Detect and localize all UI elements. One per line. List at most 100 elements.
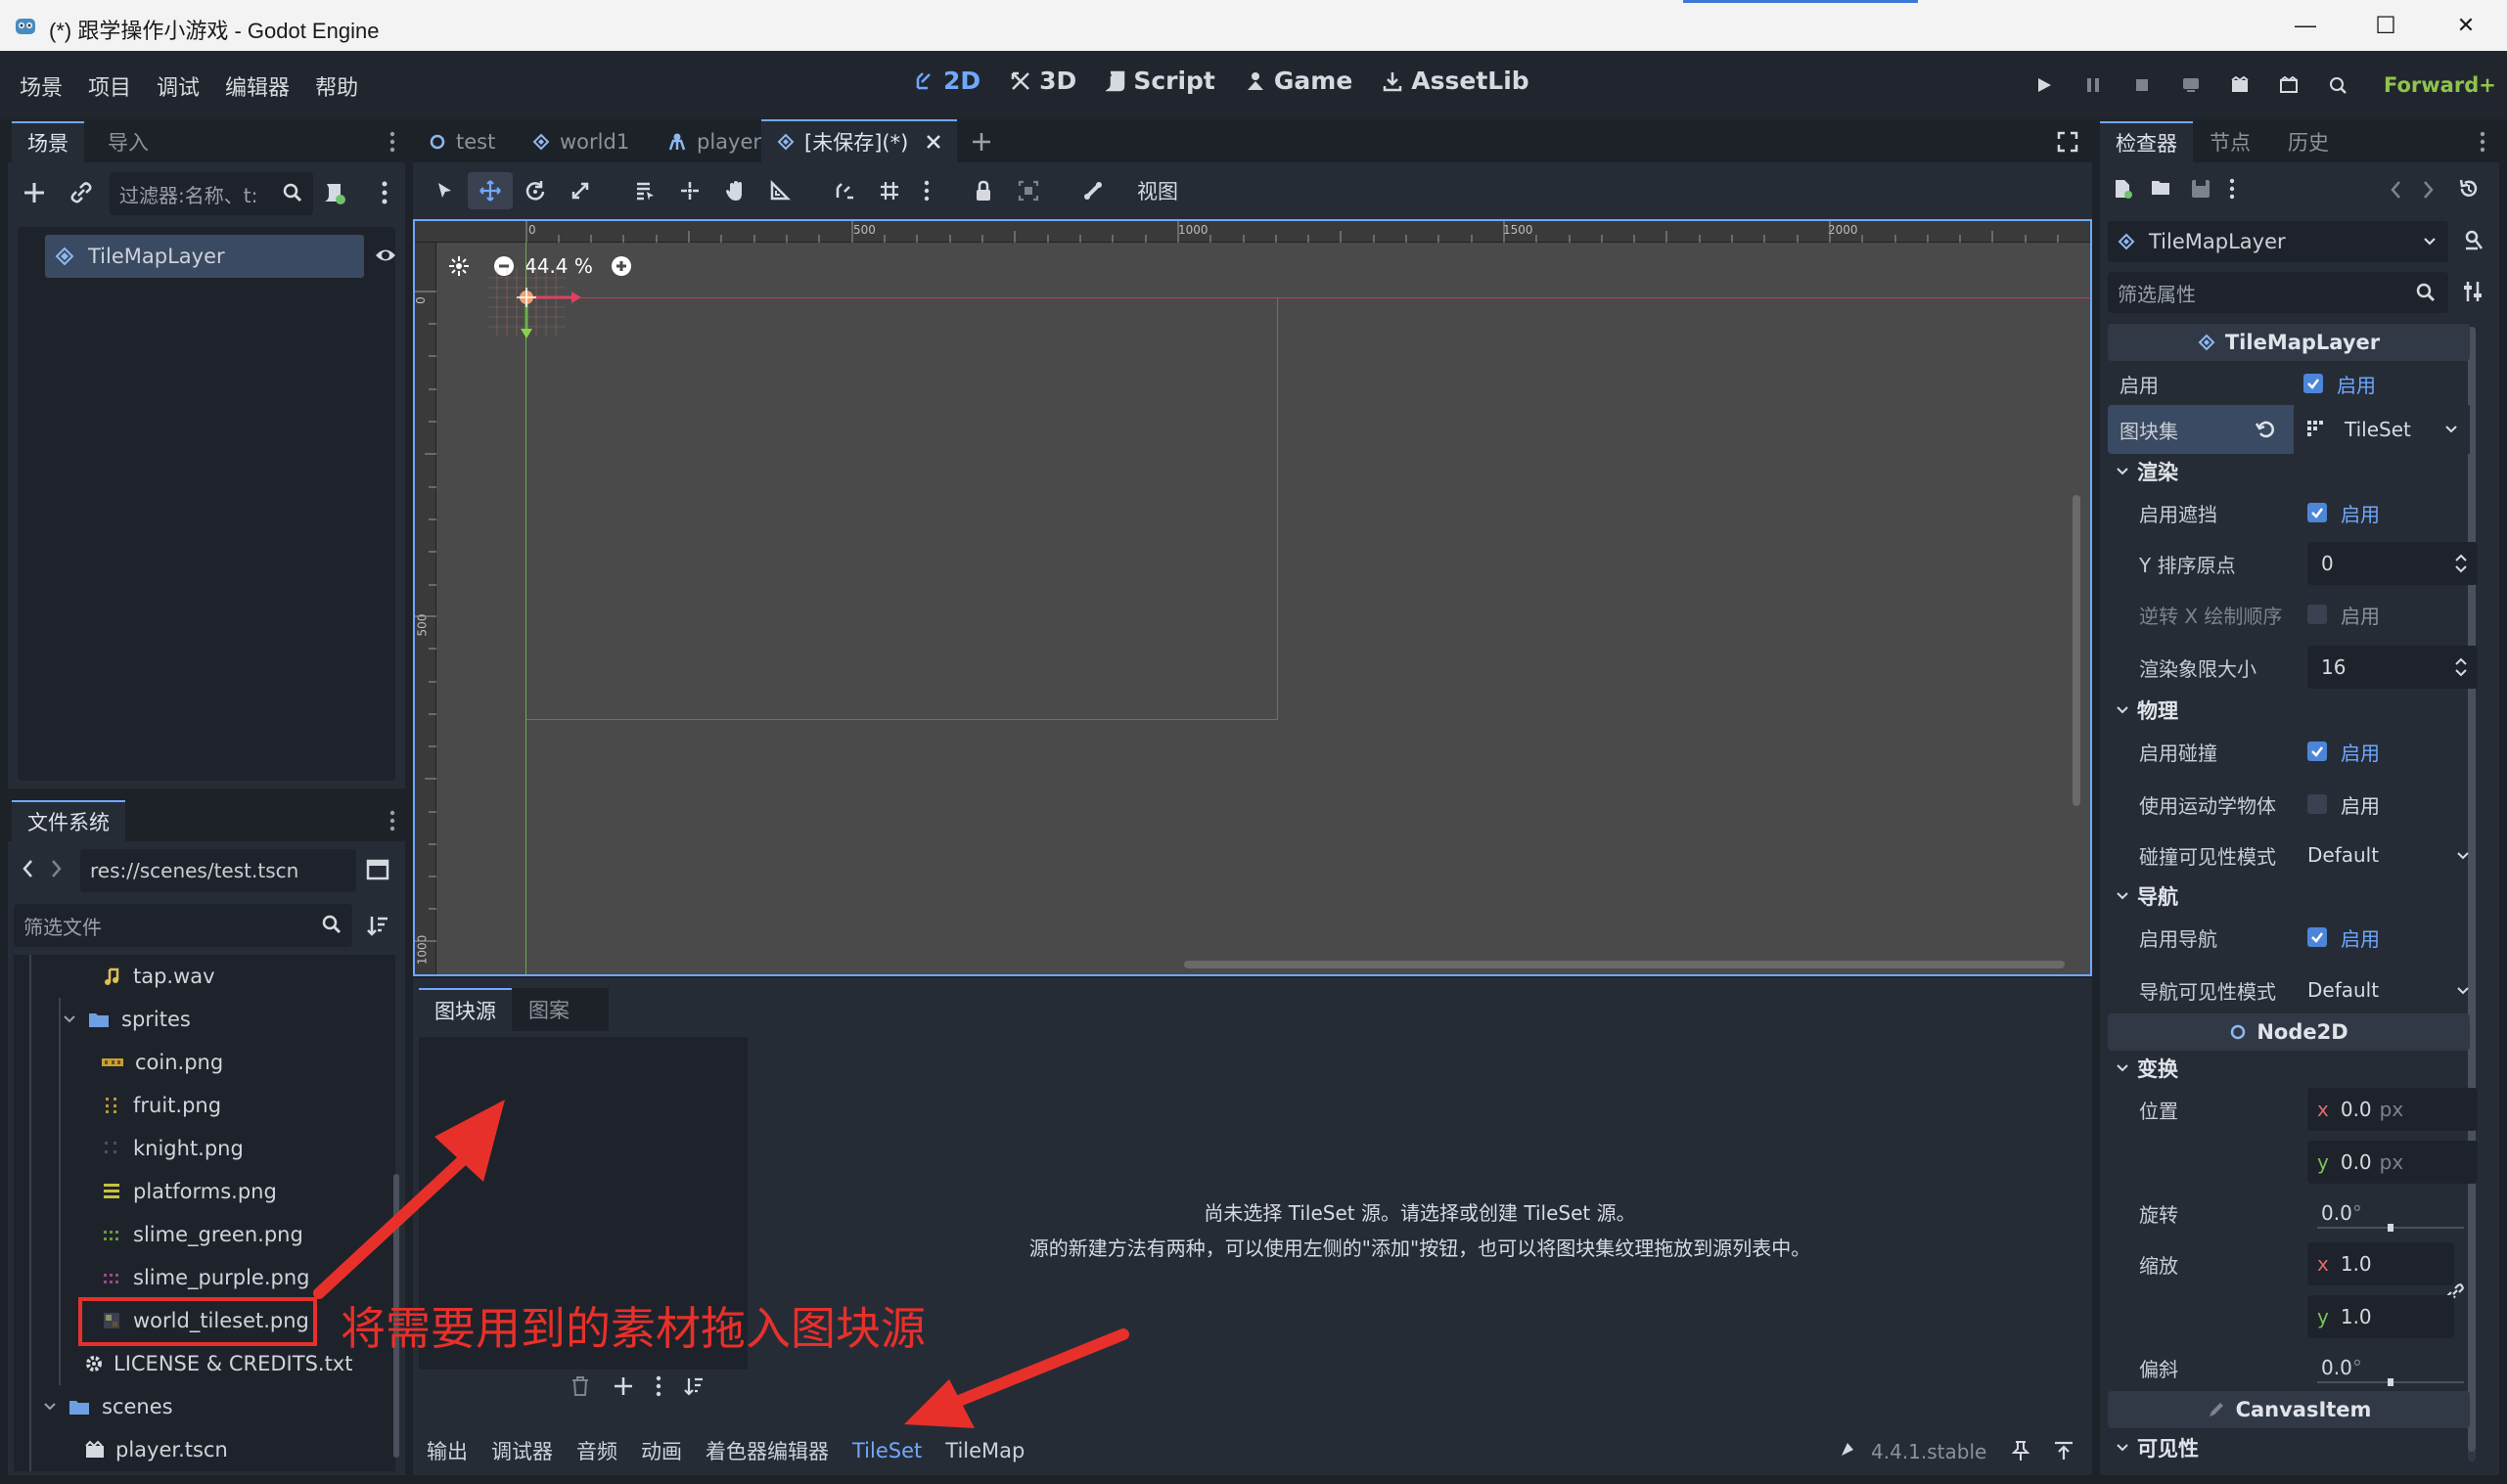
viewport[interactable]: 0 500 1000 1500 2000 0 500 1000 44.4 % <box>413 219 2092 976</box>
position-x-field[interactable]: x 0.0 px <box>2307 1088 2478 1131</box>
file-item-player-tscn[interactable]: player.tscn <box>84 1428 228 1471</box>
property-options-icon[interactable] <box>2462 280 2484 303</box>
visibility-eye-icon[interactable] <box>374 247 397 264</box>
add-node-icon[interactable] <box>22 180 47 205</box>
zoom-in-icon[interactable] <box>611 255 632 277</box>
object-history-icon[interactable] <box>2458 178 2480 200</box>
forward-chevron-icon[interactable] <box>51 859 63 878</box>
pause-icon[interactable] <box>2069 61 2118 110</box>
tab-tile-sources[interactable]: 图块源 <box>419 988 512 1031</box>
tab-patterns[interactable]: 图案 <box>513 988 585 1031</box>
revert-icon[interactable] <box>2255 419 2276 440</box>
file-item-license[interactable]: LICENSE & CREDITS.txt <box>84 1342 352 1385</box>
node-info-icon[interactable] <box>2462 229 2485 252</box>
link-icon[interactable] <box>68 180 94 205</box>
file-item-slime-green[interactable]: slime_green.png <box>102 1213 303 1256</box>
tab-audio[interactable]: 音频 <box>576 1436 617 1465</box>
path-field[interactable]: res://scenes/test.tscn <box>80 849 356 892</box>
file-item-knight[interactable]: knight.png <box>102 1127 244 1170</box>
tab-inspector[interactable]: 检查器 <box>2100 121 2193 162</box>
history-back-icon[interactable] <box>2390 180 2401 200</box>
menu-scene[interactable]: 场景 <box>20 70 63 102</box>
tab-animation[interactable]: 动画 <box>641 1436 682 1465</box>
version-label[interactable]: 4.4.1.stable <box>1871 1440 1986 1463</box>
tab-debugger[interactable]: 调试器 <box>491 1436 553 1465</box>
menu-editor[interactable]: 编辑器 <box>225 70 290 102</box>
menu-debug[interactable]: 调试 <box>157 70 200 102</box>
add-source-icon[interactable] <box>613 1375 634 1397</box>
viewport-vscrollbar[interactable] <box>2073 495 2080 806</box>
play-scene-icon[interactable] <box>2215 61 2264 110</box>
position-y-field[interactable]: y 0.0 px <box>2307 1141 2478 1184</box>
more-options-icon[interactable] <box>2229 178 2235 200</box>
list-select-icon[interactable] <box>622 172 667 209</box>
file-item-coin[interactable]: coin.png <box>102 1041 223 1084</box>
skew-slider[interactable]: 0.0 ° <box>2307 1346 2478 1389</box>
quadrant-size-spinbox[interactable]: 16 <box>2307 646 2478 689</box>
dock-menu-icon[interactable] <box>2480 131 2485 153</box>
back-chevron-icon[interactable] <box>22 859 33 878</box>
section-physics[interactable]: 物理 <box>2108 691 2470 730</box>
file-item-tap-wav[interactable]: tap.wav <box>102 955 215 998</box>
navigation-visibility-select[interactable]: Default <box>2307 968 2478 1012</box>
pin-icon[interactable] <box>2012 1440 2029 1462</box>
dock-menu-icon[interactable] <box>389 131 395 153</box>
rotate-tool-icon[interactable] <box>513 172 558 209</box>
play-custom-scene-icon[interactable] <box>2264 61 2313 110</box>
collision-checkbox[interactable]: 启用 <box>2307 730 2478 773</box>
file-filter-input[interactable]: 筛选文件 <box>14 904 352 947</box>
scale-y-field[interactable]: y 1.0 <box>2307 1295 2454 1338</box>
play-icon[interactable] <box>2020 61 2069 110</box>
viewport-hscrollbar[interactable] <box>1184 961 2065 968</box>
minimize-button[interactable]: — <box>2280 10 2331 41</box>
tab-history[interactable]: 历史 <box>2272 121 2345 162</box>
stop-icon[interactable] <box>2118 61 2166 110</box>
ruler-tool-icon[interactable] <box>757 172 802 209</box>
add-tab-icon[interactable] <box>971 131 992 153</box>
transform-gizmo[interactable] <box>478 268 585 346</box>
close-window-button[interactable]: ✕ <box>2440 10 2491 41</box>
expand-panel-icon[interactable] <box>2053 1440 2074 1462</box>
tab-shader-editor[interactable]: 着色器编辑器 <box>706 1436 829 1465</box>
file-item-fruit[interactable]: fruit.png <box>102 1084 221 1127</box>
mode-3d-button[interactable]: 3D <box>1010 67 1076 95</box>
attach-script-icon[interactable] <box>321 180 346 205</box>
tab-world1[interactable]: world1 <box>517 121 645 162</box>
new-resource-icon[interactable] <box>2112 178 2133 200</box>
folder-scenes[interactable]: scenes <box>43 1385 173 1428</box>
mode-assetlib-button[interactable]: AssetLib <box>1382 67 1529 95</box>
file-item-slime-purple[interactable]: slime_purple.png <box>102 1256 310 1299</box>
section-visibility[interactable]: 可见性 <box>2108 1428 2470 1467</box>
view-menu[interactable]: 视图 <box>1137 176 1178 205</box>
tab-scene[interactable]: 场景 <box>12 121 84 162</box>
tab-player[interactable]: player <box>652 121 777 162</box>
smart-snap-icon[interactable] <box>822 172 867 209</box>
history-forward-icon[interactable] <box>2423 180 2435 200</box>
tab-tileset[interactable]: TileSet <box>852 1439 922 1462</box>
remote-debug-icon[interactable] <box>2166 61 2215 110</box>
mode-2d-button[interactable]: 2D <box>914 67 980 95</box>
tab-filesystem[interactable]: 文件系统 <box>12 800 125 841</box>
tab-node[interactable]: 节点 <box>2194 121 2266 162</box>
pivot-tool-icon[interactable] <box>667 172 712 209</box>
movie-maker-icon[interactable] <box>2313 61 2362 110</box>
grid-snap-icon[interactable] <box>867 172 912 209</box>
close-tab-icon[interactable] <box>926 134 941 150</box>
lock-icon[interactable] <box>961 172 1006 209</box>
select-tool-icon[interactable] <box>423 172 468 209</box>
property-filter-input[interactable]: 筛选属性 <box>2108 272 2448 313</box>
tab-import[interactable]: 导入 <box>92 121 164 162</box>
pan-tool-icon[interactable] <box>712 172 757 209</box>
node-selector[interactable]: TileMapLayer <box>2108 221 2448 262</box>
scene-menu-icon[interactable] <box>382 180 387 205</box>
more-options-icon[interactable] <box>656 1375 661 1397</box>
collision-visibility-select[interactable]: Default <box>2307 833 2478 877</box>
enabled-checkbox[interactable]: 启用 <box>2303 362 2474 405</box>
tileset-resource-picker[interactable]: TileSet <box>2294 405 2470 454</box>
scale-tool-icon[interactable] <box>558 172 603 209</box>
menu-project[interactable]: 项目 <box>88 70 131 102</box>
y-sort-spinbox[interactable]: 0 <box>2307 542 2478 585</box>
dock-menu-icon[interactable] <box>389 810 395 832</box>
save-icon[interactable] <box>2190 178 2211 200</box>
scene-filter-input[interactable]: 过滤器:名称、t: <box>110 172 313 215</box>
